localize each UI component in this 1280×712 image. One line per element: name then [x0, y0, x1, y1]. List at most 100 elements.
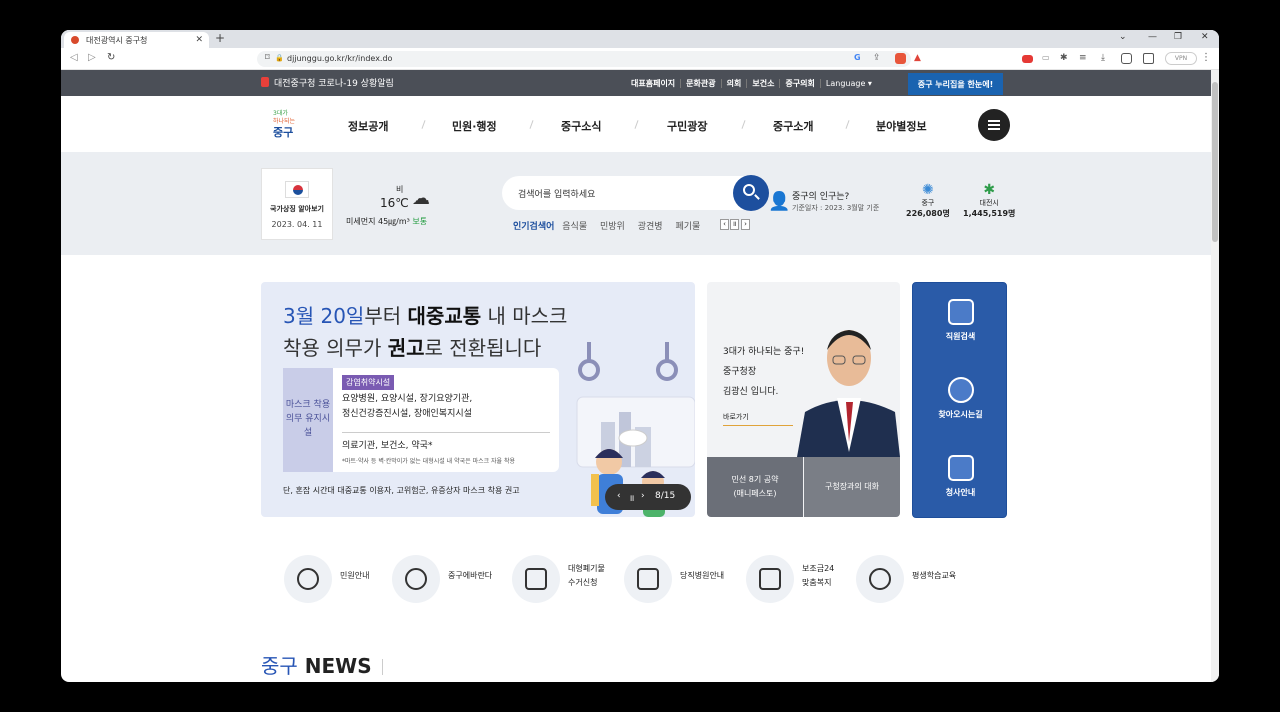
quick-label: 찾아오시는길	[938, 410, 983, 419]
forward-icon[interactable]: ▷	[88, 52, 96, 63]
sidebar-icon[interactable]	[1121, 53, 1132, 64]
junggu-name: 중구	[921, 199, 935, 207]
all-menu-button[interactable]	[978, 109, 1010, 141]
junggu-logo[interactable]: 3대가 하나되는 중구	[271, 106, 305, 140]
google-icon[interactable]: G	[854, 53, 865, 64]
mayor-dialogue-button[interactable]: 구청장과의 대화	[804, 457, 900, 517]
keyword-item[interactable]: 민방위	[600, 222, 625, 232]
service-shortcuts: 민원안내 중구에바란다 대형폐기물 수거신청 당직병원안내 보조금24 맞춤복지…	[281, 553, 1001, 603]
triangle-icon[interactable]: ▲	[914, 53, 925, 64]
page-scrollbar[interactable]	[1211, 70, 1219, 682]
weather-condition: 비	[396, 185, 404, 194]
covid-alert-text: 대전중구청 코로나-19 상황알림	[274, 79, 394, 89]
manifesto-button[interactable]: 민선 8기 공약 (매니페스토)	[707, 457, 803, 517]
quick-directions[interactable]: 찾아오시는길	[913, 377, 1008, 420]
document-icon	[759, 568, 781, 590]
facility-line: 요양병원, 요양시설, 장기요양기관,	[342, 394, 473, 404]
browser-tab[interactable]: 대전광역시 중구청 ✕	[64, 32, 209, 48]
daejeon-name: 대전시	[979, 199, 999, 207]
bookmark-icon[interactable]: ⌑	[265, 53, 270, 63]
national-symbol-card[interactable]: 국가상징 알아보기 2023. 04. 11	[261, 168, 333, 240]
rain-cloud-icon: ☁	[412, 188, 430, 209]
gnb-field[interactable]: 분야별정보	[876, 118, 927, 134]
new-tab-icon[interactable]: +	[215, 31, 225, 45]
daejeon-count: 1,445,519명	[963, 209, 1016, 218]
tab-title: 대전광역시 중구청	[86, 36, 148, 45]
keyword-item[interactable]: 폐기물	[675, 222, 700, 232]
puzzle-icon[interactable]: ✱	[1060, 53, 1071, 64]
gnb-info[interactable]: 정보공개	[348, 118, 388, 134]
junggu-population: ✺ 중구 226,080명	[906, 182, 950, 219]
gnb-plaza[interactable]: 구민광장	[667, 118, 707, 134]
close-window-icon[interactable]: ✕	[1201, 32, 1209, 42]
keyword-item[interactable]: 광견병	[638, 222, 663, 232]
news-title: NEWS	[304, 654, 372, 678]
url-field[interactable]: ⌑ 🔒 djjunggu.go.kr/kr/index.do	[257, 51, 911, 67]
gnb-civil[interactable]: 민원·행정	[452, 118, 497, 134]
util-link-culture[interactable]: 문화관광	[681, 79, 722, 88]
nuri-button[interactable]: 중구 누리집을 한눈에!	[908, 73, 1003, 95]
keyword-pause-icon[interactable]: ॥	[730, 219, 739, 230]
manifesto-sub: (매니페스토)	[733, 489, 777, 498]
news-heading: 중구 NEWS	[261, 650, 383, 679]
brave-icon[interactable]	[895, 53, 906, 64]
banner-pause-icon[interactable]: ॥	[629, 491, 634, 504]
tab-search-icon[interactable]: ⌄	[1119, 32, 1127, 42]
restore-icon[interactable]: ❐	[1174, 32, 1182, 42]
covid-alert-link[interactable]: 대전중구청 코로나-19 상황알림	[261, 76, 394, 89]
vpn-button[interactable]: VPN	[1165, 52, 1197, 65]
mayor-title: 중구청장	[723, 367, 757, 377]
youtube-icon[interactable]	[1022, 55, 1033, 63]
banner-next-icon[interactable]: ›	[641, 491, 645, 501]
quick-label: 직원검색	[945, 332, 976, 341]
mask-side-label: 마스크 착용의무 유지시설	[283, 368, 333, 472]
util-link-council[interactable]: 의회	[721, 79, 748, 88]
banner-highlight: 권고	[387, 336, 425, 360]
share-icon[interactable]: ⇪	[873, 53, 884, 64]
close-tab-icon[interactable]: ✕	[195, 35, 203, 45]
search-input[interactable]: 검색어를 입력하세요	[502, 176, 764, 210]
banner-text: 내 마스크	[481, 304, 568, 328]
wallet-icon[interactable]	[1143, 53, 1154, 64]
banner-title: 3월 20일부터 대중교통 내 마스크 착용 의무가 권고로 전환됩니다	[283, 300, 567, 364]
gnb-news[interactable]: 중구소식	[561, 118, 601, 134]
service-label: 민원안내	[340, 571, 370, 580]
banner-text: 착용 의무가	[283, 336, 388, 360]
scrollbar-thumb[interactable]	[1212, 82, 1218, 242]
main-banner[interactable]: 3월 20일부터 대중교통 내 마스크 착용 의무가 권고로 전환됩니다 마스크…	[261, 282, 695, 517]
util-link-health[interactable]: 보건소	[747, 79, 781, 88]
util-link-main[interactable]: 대표홈페이지	[626, 79, 682, 88]
utility-bar: 대전중구청 코로나-19 상황알림 대표홈페이지 문화관광 의회 보건소 중구의회 Lan…	[61, 70, 1211, 96]
search-button[interactable]	[733, 175, 769, 211]
monitor-icon	[525, 568, 547, 590]
mayor-card: 3대가 하나되는 중구! 중구청장 김광신 입니다. 바로가기 민선 8기 공약 (매…	[707, 282, 900, 517]
gnb-intro[interactable]: 중구소개	[773, 118, 813, 134]
playlist-icon[interactable]: ≡	[1079, 53, 1090, 64]
menu-icon[interactable]: ⋮	[1201, 52, 1211, 63]
download-icon[interactable]: ⤓	[1101, 53, 1112, 64]
quick-staff-search[interactable]: 직원검색	[913, 299, 1008, 342]
quick-building[interactable]: 청사안내	[913, 455, 1008, 498]
url-text: djjunggu.go.kr/kr/index.do	[287, 54, 393, 63]
quick-links: 직원검색 찾아오시는길 청사안내	[912, 282, 1007, 518]
extension-icon[interactable]: ▭	[1042, 53, 1053, 64]
tab-strip: 대전광역시 중구청 ✕ + ⌄ — ❐ ✕	[61, 30, 1219, 48]
minimize-icon[interactable]: —	[1148, 32, 1157, 42]
back-icon[interactable]: ◁	[70, 52, 78, 63]
junggu-emblem-icon: ✺	[922, 182, 934, 198]
news-prefix: 중구	[261, 654, 298, 678]
keyword-prev-icon[interactable]: ‹	[720, 219, 729, 230]
keyword-next-icon[interactable]: ›	[741, 219, 750, 230]
banner-prev-icon[interactable]: ‹	[617, 491, 621, 501]
language-select[interactable]: Language ▾	[821, 79, 877, 88]
banner-text: 로 전환됩니다	[424, 336, 542, 360]
reload-icon[interactable]: ↻	[107, 52, 115, 63]
lock-icon: 🔒	[275, 54, 284, 62]
util-link-assembly[interactable]: 중구의회	[780, 79, 821, 88]
keyword-item[interactable]: 음식물	[562, 222, 587, 232]
mayor-goto-link[interactable]: 바로가기	[723, 412, 793, 426]
mask-facility-box: 감염취약시설 요양병원, 요양시설, 장기요양기관, 정신건강증진시설, 장애인복…	[333, 368, 559, 472]
mayor-photo	[797, 330, 900, 457]
svg-text:3대가: 3대가	[273, 109, 288, 117]
fine-dust-value: 미세먼지 45㎍/m³	[346, 217, 410, 226]
